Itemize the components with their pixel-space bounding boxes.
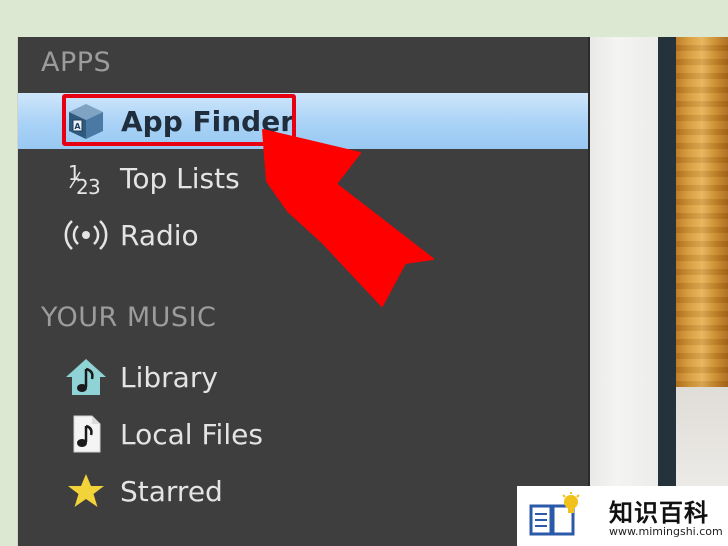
top-lists-icon: 1 2 3 [64,156,108,200]
library-icon [64,355,108,399]
main-panel [590,37,658,546]
book-lightbulb-icon [529,492,580,536]
highlight-box [62,94,296,146]
sidebar-item-label: Top Lists [120,161,240,195]
sidebar-item-starred[interactable]: Starred [18,463,588,519]
sidebar-item-library[interactable]: Library [18,349,588,405]
app-window: APPS A App Finder 1 2 3 Top Lists Radio … [18,37,728,546]
sidebar-item-label: Library [120,360,218,394]
watermark-url: www.mimingshi.com [609,525,723,538]
sidebar-item-label: Starred [120,474,223,508]
sidebar-item-radio[interactable]: Radio [18,207,588,263]
sidebar-item-local-files[interactable]: Local Files [18,406,588,462]
local-files-icon [64,412,108,456]
scroll-area [658,37,676,546]
svg-text:2: 2 [76,175,89,198]
your-music-section-header: YOUR MUSIC [41,302,217,333]
sidebar-item-label: Radio [120,218,199,252]
svg-text:3: 3 [88,175,101,198]
watermark-title: 知识百科 [609,499,709,527]
album-art[interactable] [676,37,728,387]
watermark: 知识百科 www.mimingshi.com [517,486,728,546]
sidebar-item-top-lists[interactable]: 1 2 3 Top Lists [18,150,588,206]
radio-icon [64,213,108,257]
sidebar: APPS A App Finder 1 2 3 Top Lists Radio … [18,37,588,546]
star-icon [64,469,108,513]
sidebar-item-label: Local Files [120,417,263,451]
apps-section-header: APPS [41,47,112,78]
